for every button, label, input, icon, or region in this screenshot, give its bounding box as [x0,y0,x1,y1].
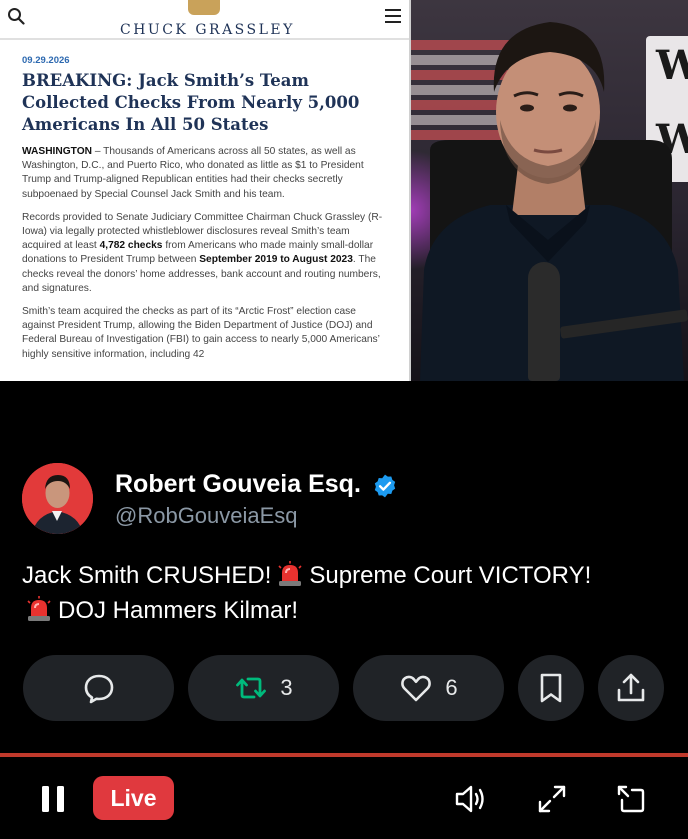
pause-icon[interactable] [40,784,66,814]
live-progress-bar[interactable] [0,753,688,757]
paragraph-bold: 4,782 checks [99,240,163,252]
post-text-part: Supreme Court VICTORY! [309,562,592,589]
article-body: 09.29.2026 BREAKING: Jack Smith’s Team C… [22,55,388,371]
repost-button[interactable]: 3 [188,655,339,721]
fullscreen-icon[interactable] [535,782,569,816]
post-text-part: Jack Smith CRUSHED! [22,562,272,589]
like-button[interactable]: 6 [353,655,504,721]
volume-icon[interactable] [453,782,487,816]
article-screenshot: CHUCK GRASSLEY 09.29.2026 BREAKING: Jack… [0,0,411,381]
avatar[interactable] [22,463,93,534]
siren-icon [278,561,302,586]
article-paragraph: WASHINGTON – Thousands of Americans acro… [22,145,388,202]
like-count: 6 [445,675,458,700]
repost-count: 3 [280,675,293,700]
share-icon [617,673,645,702]
article-title: BREAKING: Jack Smith’s Team Collected Ch… [22,71,360,134]
dateline: WASHINGTON [22,146,92,157]
article-date: 09.29.2026 [22,55,70,66]
bookmark-icon [540,673,562,703]
article-header: CHUCK GRASSLEY [0,0,409,40]
microphone [528,262,560,381]
live-badge[interactable]: Live [93,776,174,820]
display-name[interactable]: Robert Gouveia Esq. [115,470,361,499]
paragraph-bold: September 2019 to August 2023 [199,254,353,266]
search-icon [8,8,25,25]
site-logo-mark [188,0,220,15]
menu-icon [385,9,401,23]
verified-icon [374,474,396,498]
reply-icon [84,674,113,704]
article-paragraph: Smith’s team acquired the checks as part… [22,306,380,360]
repost-icon [236,677,267,699]
user-handle[interactable]: @RobGouveiaEsq [115,503,298,529]
reply-button[interactable] [23,655,174,721]
siren-icon [27,596,51,621]
site-logo: CHUCK GRASSLEY [120,22,295,38]
video-player[interactable]: W W CHUCK GRASSLEY 09.29.2026 BREAKING: … [0,0,688,381]
like-icon [401,675,432,702]
post-text: Jack Smith CRUSHED! Supreme Court VICTOR… [22,558,672,628]
post-text-part: DOJ Hammers Kilmar! [58,597,299,624]
studio-background: W W [410,0,688,381]
avatar-portrait [22,463,93,534]
article-paragraph: Records provided to Senate Judiciary Com… [22,211,388,296]
share-button[interactable] [598,655,664,721]
rotate-icon[interactable] [614,782,648,816]
bookmark-button[interactable] [518,655,584,721]
